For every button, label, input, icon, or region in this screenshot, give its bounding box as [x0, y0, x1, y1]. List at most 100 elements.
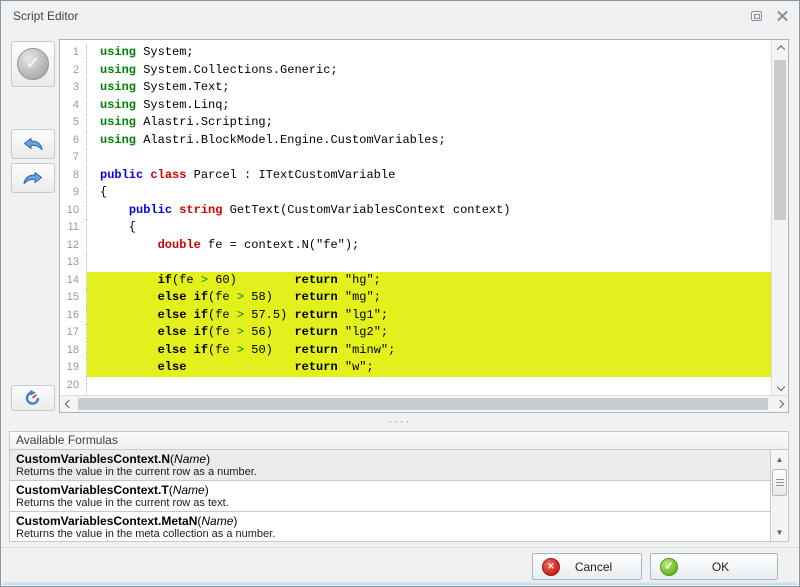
formulas-scroll-down-button[interactable]: ▼: [771, 524, 788, 540]
formula-description: Returns the value in the current row as …: [16, 497, 770, 510]
cancel-button[interactable]: × Cancel: [532, 553, 642, 580]
code-line: 17 else if(fe > 56) return "lg2";: [60, 324, 771, 342]
code-text: else return "w";: [87, 359, 771, 377]
ok-button-label: OK: [678, 560, 777, 574]
reset-script-button[interactable]: [11, 385, 55, 411]
chevron-left-icon: [64, 400, 72, 408]
undo-button[interactable]: [11, 129, 55, 159]
chevron-right-icon: [775, 400, 783, 408]
code-text: public class Parcel : ITextCustomVariabl…: [87, 167, 771, 185]
formula-row[interactable]: CustomVariablesContext.T(Name)Returns th…: [10, 481, 770, 512]
code-line: 11 {: [60, 219, 771, 237]
cancel-button-label: Cancel: [560, 560, 641, 574]
line-number: 4: [60, 97, 87, 115]
code-text: using Alastri.Scripting;: [87, 114, 771, 132]
ok-button[interactable]: ✓ OK: [650, 553, 778, 580]
formula-description: Returns the value in the current row as …: [16, 466, 770, 479]
code-text: [87, 149, 771, 167]
line-number: 10: [60, 202, 87, 220]
editor-horizontal-scrollbar[interactable]: [60, 395, 788, 412]
code-text: else if(fe > 56) return "lg2";: [87, 324, 771, 342]
code-line: 3using System.Text;: [60, 79, 771, 97]
code-text: else if(fe > 57.5) return "lg1";: [87, 307, 771, 325]
script-editor-window: Script Editor ✓: [0, 0, 800, 587]
splitter-grip-icon: ····: [389, 419, 412, 425]
vertical-scroll-thumb[interactable]: [774, 60, 786, 220]
code-text: public string GetText(CustomVariablesCon…: [87, 202, 771, 220]
code-text: [87, 377, 771, 395]
formula-row[interactable]: CustomVariablesContext.MetaN(Name)Return…: [10, 512, 770, 541]
editor-vertical-scrollbar[interactable]: [771, 40, 788, 395]
line-number: 13: [60, 254, 87, 272]
line-number: 18: [60, 342, 87, 360]
line-number: 16: [60, 307, 87, 325]
thumb-grip-icon: [776, 479, 784, 486]
scroll-down-button[interactable]: [772, 379, 788, 395]
line-number: 15: [60, 289, 87, 307]
code-line: 6using Alastri.BlockModel.Engine.CustomV…: [60, 132, 771, 150]
code-line: 15 else if(fe > 58) return "mg";: [60, 289, 771, 307]
code-text: {: [87, 219, 771, 237]
code-line: 7: [60, 149, 771, 167]
line-number: 11: [60, 219, 87, 237]
code-text: if(fe > 60) return "hg";: [87, 272, 771, 290]
code-line: 5using Alastri.Scripting;: [60, 114, 771, 132]
line-number: 8: [60, 167, 87, 185]
line-number: 19: [60, 359, 87, 377]
code-line: 2using System.Collections.Generic;: [60, 62, 771, 80]
line-number: 12: [60, 237, 87, 255]
line-number: 14: [60, 272, 87, 290]
restore-icon: [751, 11, 762, 21]
editor-toolbar: ✓: [9, 39, 56, 413]
panel-splitter[interactable]: ····: [1, 413, 799, 431]
formulas-scroll-thumb[interactable]: [772, 469, 787, 496]
code-text: {: [87, 184, 771, 202]
code-line: 1using System;: [60, 44, 771, 62]
line-number: 9: [60, 184, 87, 202]
formulas-panel: CustomVariablesContext.N(Name)Returns th…: [9, 450, 789, 542]
scroll-left-button[interactable]: [60, 396, 77, 412]
code-line: 10 public string GetText(CustomVariables…: [60, 202, 771, 220]
code-line: 8public class Parcel : ITextCustomVariab…: [60, 167, 771, 185]
code-line: 20: [60, 377, 771, 395]
titlebar[interactable]: Script Editor: [1, 1, 799, 31]
line-number: 2: [60, 62, 87, 80]
code-text: else if(fe > 50) return "minw";: [87, 342, 771, 360]
code-line: 13: [60, 254, 771, 272]
line-number: 6: [60, 132, 87, 150]
formula-row[interactable]: CustomVariablesContext.N(Name)Returns th…: [10, 450, 770, 481]
code-text: [87, 254, 771, 272]
code-lines[interactable]: 1using System;2using System.Collections.…: [60, 40, 771, 395]
code-text: double fe = context.N("fe");: [87, 237, 771, 255]
horizontal-scroll-thumb[interactable]: [78, 398, 768, 410]
code-line: 4using System.Linq;: [60, 97, 771, 115]
formula-signature: CustomVariablesContext.T(Name): [16, 483, 770, 497]
check-circle-icon: ✓: [17, 48, 49, 80]
code-line: 18 else if(fe > 50) return "minw";: [60, 342, 771, 360]
line-number: 7: [60, 149, 87, 167]
scroll-right-button[interactable]: [771, 396, 788, 412]
code-line: 9{: [60, 184, 771, 202]
chevron-up-icon: [776, 45, 784, 53]
scroll-up-button[interactable]: [772, 40, 788, 56]
code-line: 16 else if(fe > 57.5) return "lg1";: [60, 307, 771, 325]
formulas-scrollbar[interactable]: ▲ ▼: [770, 450, 788, 541]
close-icon: [777, 10, 788, 21]
undo-arrow-icon: [22, 137, 44, 151]
restore-window-button[interactable]: [749, 9, 763, 22]
code-text: using Alastri.BlockModel.Engine.CustomVa…: [87, 132, 771, 150]
formula-description: Returns the value in the meta collection…: [16, 528, 770, 541]
formulas-header: Available Formulas: [9, 431, 789, 450]
formula-list: CustomVariablesContext.N(Name)Returns th…: [10, 450, 770, 541]
formula-signature: CustomVariablesContext.N(Name): [16, 452, 770, 466]
validate-script-button[interactable]: ✓: [11, 41, 55, 87]
window-title: Script Editor: [13, 9, 78, 23]
formulas-scroll-up-button[interactable]: ▲: [771, 451, 788, 467]
chevron-down-icon: [776, 383, 784, 391]
code-text: using System.Collections.Generic;: [87, 62, 771, 80]
redo-button[interactable]: [11, 163, 55, 193]
close-window-button[interactable]: [775, 9, 789, 22]
line-number: 17: [60, 324, 87, 342]
code-line: 19 else return "w";: [60, 359, 771, 377]
refresh-icon: [24, 390, 41, 406]
